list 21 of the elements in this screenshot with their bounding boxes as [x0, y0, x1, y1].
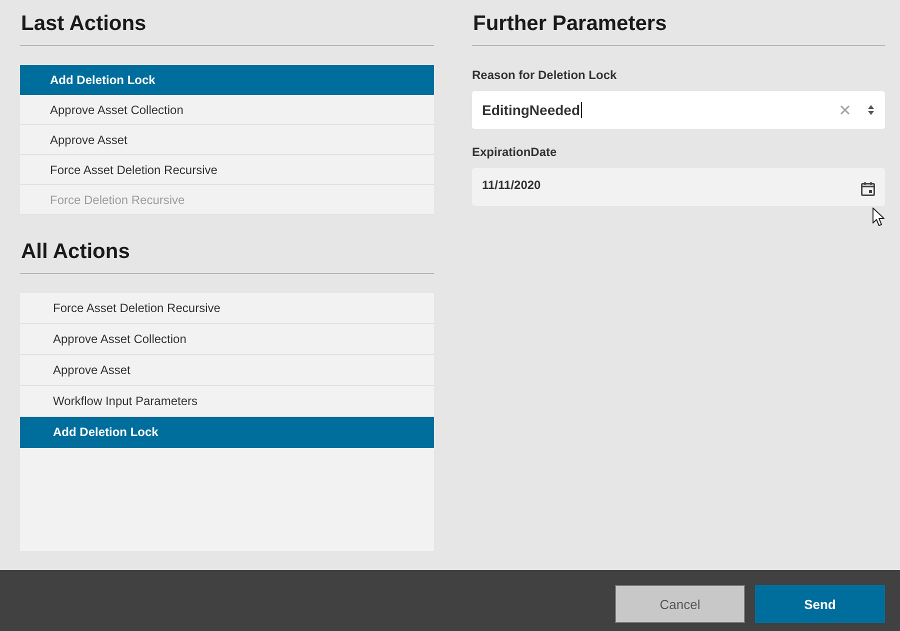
section-heading: Further Parameters: [472, 0, 885, 46]
action-list-item[interactable]: Add Deletion Lock: [20, 417, 434, 448]
action-list-item[interactable]: Approve Asset: [20, 125, 434, 155]
section-heading: All Actions: [20, 228, 434, 274]
section-heading: Last Actions: [20, 0, 434, 46]
action-list-item[interactable]: Force Asset Deletion Recursive: [20, 293, 434, 324]
action-list-item[interactable]: Approve Asset Collection: [20, 95, 434, 125]
send-button[interactable]: Send: [755, 585, 885, 623]
cancel-button[interactable]: Cancel: [615, 585, 745, 623]
calendar-icon[interactable]: [861, 182, 875, 196]
action-list-item[interactable]: Force Asset Deletion Recursive: [20, 155, 434, 185]
action-list-item[interactable]: Approve Asset Collection: [20, 324, 434, 355]
action-list-item[interactable]: Approve Asset: [20, 355, 434, 386]
action-list-item[interactable]: Add Deletion Lock: [20, 65, 434, 95]
select-field[interactable]: EditingNeeded: [472, 91, 885, 129]
up-down-arrows-icon[interactable]: [868, 105, 874, 115]
clear-icon[interactable]: [840, 105, 850, 115]
field-label: Reason for Deletion Lock: [472, 67, 618, 84]
date-field[interactable]: 11/11/2020: [472, 168, 885, 206]
field-label: ExpirationDate: [472, 144, 558, 161]
mouse-pointer-icon: [872, 207, 885, 227]
